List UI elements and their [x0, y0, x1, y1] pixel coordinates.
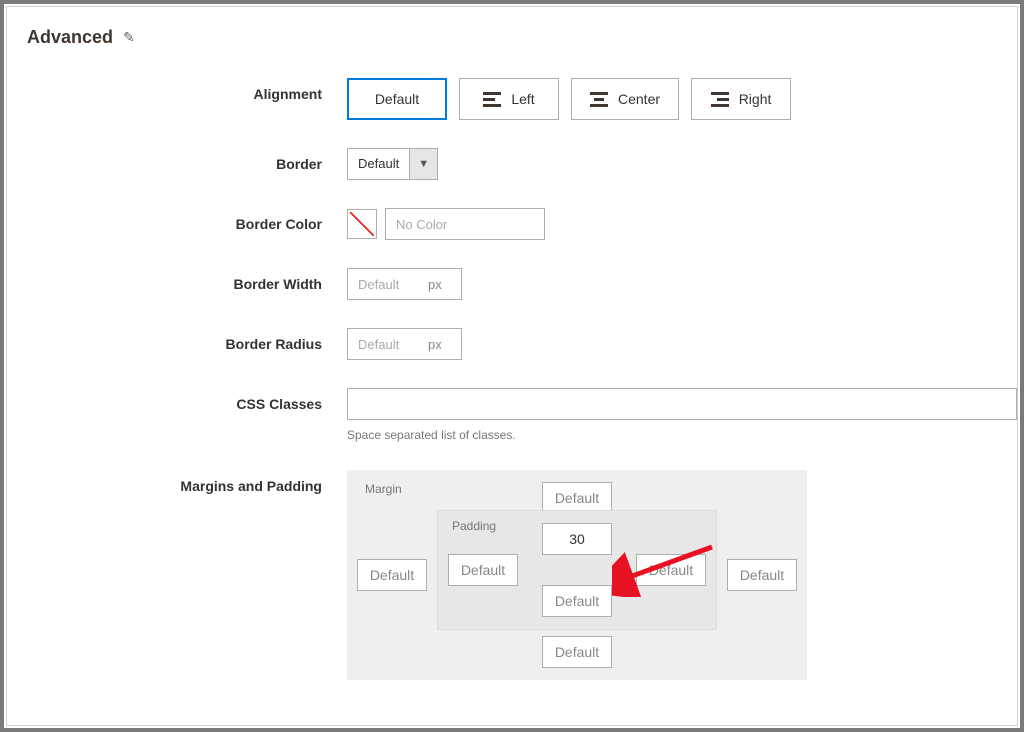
label-css-classes: CSS Classes — [27, 388, 347, 412]
padding-right-input[interactable] — [636, 554, 706, 586]
border-select[interactable]: Default ▼ — [347, 148, 438, 180]
css-classes-input[interactable] — [347, 388, 1017, 420]
row-border-radius: Border Radius px — [27, 328, 1017, 360]
border-color-content — [347, 208, 1017, 240]
alignment-left-label: Left — [511, 91, 534, 107]
margin-right-input[interactable] — [727, 559, 797, 591]
margin-left-input[interactable] — [357, 559, 427, 591]
edit-icon[interactable]: ✎ — [123, 29, 135, 46]
border-width-input[interactable] — [347, 268, 462, 300]
alignment-default-label: Default — [375, 91, 419, 107]
alignment-center-button[interactable]: Center — [571, 78, 679, 120]
border-radius-input[interactable] — [347, 328, 462, 360]
margin-label: Margin — [365, 482, 402, 496]
label-alignment: Alignment — [27, 78, 347, 102]
padding-label: Padding — [452, 519, 496, 533]
alignment-center-label: Center — [618, 91, 660, 107]
border-radius-content: px — [347, 328, 1017, 360]
label-border-radius: Border Radius — [27, 328, 347, 352]
panel-inner: Advanced ✎ Alignment Default Left Center… — [6, 6, 1018, 726]
label-margins-padding: Margins and Padding — [27, 470, 347, 494]
alignment-options: Default Left Center Right — [347, 78, 1017, 120]
align-right-icon — [711, 92, 729, 107]
alignment-right-label: Right — [739, 91, 772, 107]
border-width-content: px — [347, 268, 1017, 300]
padding-box: Padding — [437, 510, 717, 630]
padding-left-input[interactable] — [448, 554, 518, 586]
label-border-width: Border Width — [27, 268, 347, 292]
padding-bottom-input[interactable] — [542, 585, 612, 617]
margin-box: Margin Padding — [347, 470, 807, 680]
label-border: Border — [27, 148, 347, 172]
no-color-swatch-icon[interactable] — [347, 209, 377, 239]
row-css-classes: CSS Classes Space separated list of clas… — [27, 388, 1017, 442]
row-border-color: Border Color — [27, 208, 1017, 240]
border-color-input[interactable] — [385, 208, 545, 240]
align-left-icon — [483, 92, 501, 107]
row-alignment: Alignment Default Left Center Right — [27, 78, 1017, 120]
chevron-down-icon: ▼ — [410, 148, 438, 180]
css-classes-hint: Space separated list of classes. — [347, 428, 1017, 442]
label-border-color: Border Color — [27, 208, 347, 232]
css-classes-content: Space separated list of classes. — [347, 388, 1017, 442]
margins-padding-content: Margin Padding — [347, 470, 1017, 680]
alignment-left-button[interactable]: Left — [459, 78, 559, 120]
margin-bottom-input[interactable] — [542, 636, 612, 668]
section-header: Advanced ✎ — [27, 27, 1017, 48]
row-margins-padding: Margins and Padding Margin Padding — [27, 470, 1017, 680]
align-center-icon — [590, 92, 608, 107]
settings-panel: Advanced ✎ Alignment Default Left Center… — [0, 0, 1024, 732]
padding-top-input[interactable] — [542, 523, 612, 555]
border-select-value: Default — [347, 148, 410, 180]
row-border-width: Border Width px — [27, 268, 1017, 300]
alignment-right-button[interactable]: Right — [691, 78, 791, 120]
alignment-default-button[interactable]: Default — [347, 78, 447, 120]
border-content: Default ▼ — [347, 148, 1017, 180]
row-border: Border Default ▼ — [27, 148, 1017, 180]
section-title: Advanced — [27, 27, 113, 48]
